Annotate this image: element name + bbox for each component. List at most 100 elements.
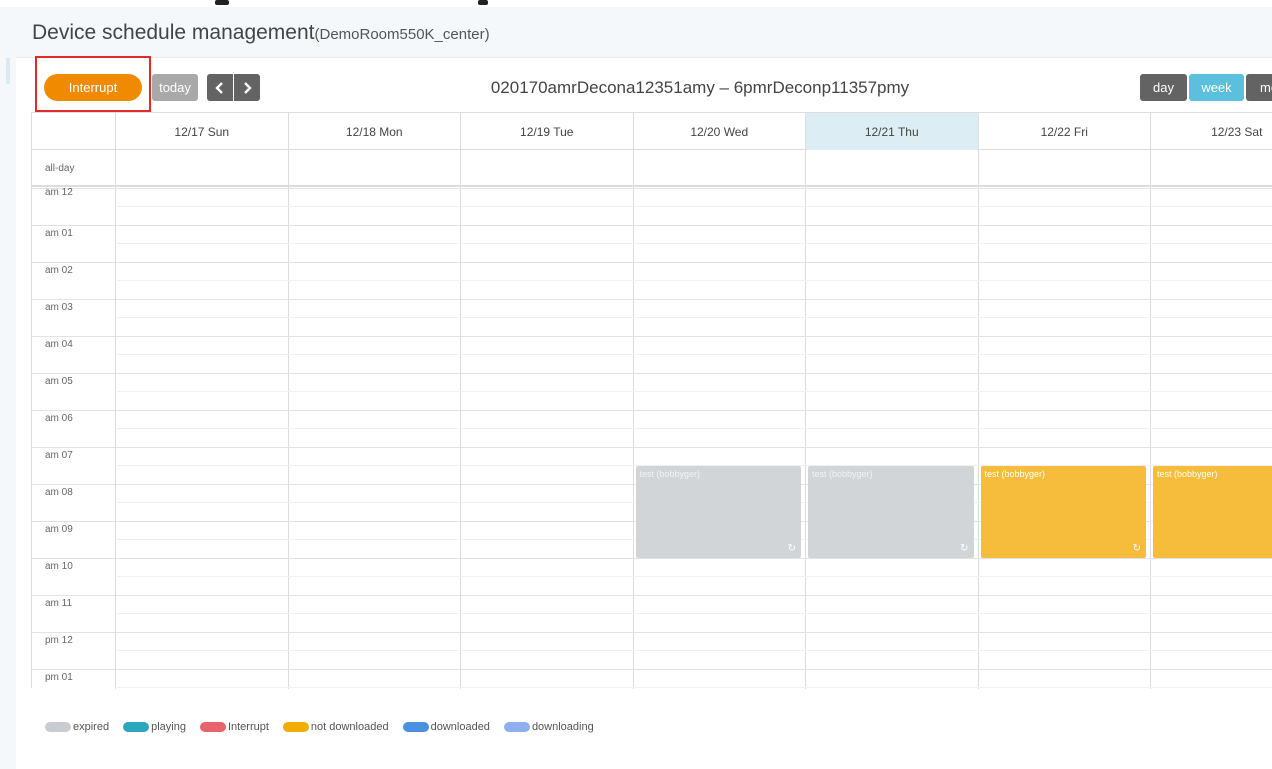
view-week-button[interactable]: week [1189, 74, 1244, 101]
time-slot-label: am 02 [45, 265, 73, 276]
column-divider [287, 150, 289, 689]
chevron-left-icon [215, 81, 223, 94]
time-slot-label: am 10 [45, 561, 73, 572]
column-divider [805, 150, 806, 689]
view-month-button[interactable]: mo [1246, 74, 1272, 101]
legend-swatch [282, 722, 309, 732]
legend-swatch [123, 722, 150, 732]
hour-line [32, 558, 1272, 559]
event-title: test (bobbyger) [639, 468, 701, 479]
legend-label: not downloaded [310, 721, 389, 733]
hour-line [32, 447, 1272, 448]
calendar-grid: 12/17 Sun 12/18 Mon 12/19 Tue 12/20 Wed 12/2… [31, 112, 1272, 689]
time-slot-label: am 11 [45, 598, 73, 609]
time-slot-label: am 04 [45, 339, 73, 350]
hour-line [32, 188, 1272, 189]
schedule-event[interactable]: test (bobbyger) ↻ [808, 465, 974, 558]
legend-swatch [503, 722, 530, 732]
time-slot-label: am 05 [45, 376, 73, 387]
half-hour-line [115, 650, 1272, 651]
day-header[interactable]: 12/23 Sat [1150, 113, 1272, 150]
event-title: test (bobbyger) [812, 468, 873, 479]
time-slot-label: am 09 [45, 524, 73, 535]
day-header[interactable]: 12/18 Mon [287, 113, 461, 150]
hour-line [32, 669, 1272, 670]
hour-line [32, 632, 1272, 633]
half-hour-line [115, 391, 1272, 392]
view-day-button[interactable]: day [1140, 74, 1187, 101]
half-hour-line [115, 243, 1272, 244]
all-day-row [32, 150, 1272, 187]
cropped-text-fragment [478, 0, 488, 5]
time-slot-label: pm 12 [45, 635, 73, 646]
half-hour-line [115, 354, 1272, 355]
hour-line [32, 410, 1272, 411]
side-strip [0, 57, 16, 769]
hour-line [32, 595, 1272, 596]
legend-item: expired [45, 721, 109, 733]
today-button[interactable]: today [152, 74, 198, 101]
column-divider [1150, 150, 1151, 689]
next-button[interactable] [234, 74, 260, 101]
schedule-event[interactable]: test (bobbyger) ↻ [980, 465, 1146, 558]
time-slot-label: am 06 [45, 413, 73, 424]
legend-item: playing [123, 721, 186, 733]
column-divider [632, 150, 634, 689]
time-slot-label: am 08 [45, 487, 73, 498]
hour-line [32, 299, 1272, 300]
page-header: Device schedule management(DemoRoom550K_… [0, 7, 1272, 57]
page-subtitle: (DemoRoom550K_center) [314, 26, 490, 43]
half-hour-line [115, 206, 1272, 207]
page-title-text: Device schedule management [32, 21, 315, 44]
day-header[interactable]: 12/21 Thu [805, 113, 978, 150]
day-header[interactable]: 12/22 Fri [977, 113, 1151, 150]
date-range-title: 020170amrDecona12351amy – 6pmrDeconp1135… [490, 78, 910, 97]
time-slot-label: pm 01 [45, 672, 73, 683]
half-hour-line [115, 576, 1272, 577]
legend-swatch [199, 722, 226, 732]
day-header[interactable]: 12/20 Wed [632, 113, 806, 150]
schedule-event[interactable]: test (bobbyger)↻ [1153, 465, 1272, 558]
all-day-label: all-day [45, 163, 75, 174]
time-slot-label: am 03 [45, 302, 73, 313]
half-hour-line [115, 280, 1272, 281]
legend-label: playing [151, 721, 186, 733]
column-divider [977, 150, 979, 689]
day-header[interactable]: 12/19 Tue [460, 113, 633, 150]
interrupt-button[interactable]: Interrupt [44, 74, 142, 101]
page-title: Device schedule management(DemoRoom550K_… [32, 21, 490, 45]
repeat-icon: ↻ [1132, 543, 1141, 554]
repeat-icon: ↻ [787, 543, 796, 554]
chevron-right-icon [244, 81, 252, 94]
time-slot-label: am 07 [45, 450, 73, 461]
half-hour-line [115, 613, 1272, 614]
event-title: test (bobbyger) [984, 468, 1046, 479]
prev-button[interactable] [207, 74, 233, 101]
schedule-event[interactable]: test (bobbyger) ↻ [635, 465, 801, 558]
side-marker [6, 58, 10, 84]
day-header[interactable]: 12/17 Sun [115, 113, 288, 150]
hour-line [32, 225, 1272, 226]
column-divider [460, 150, 461, 689]
legend-label: downloaded [430, 721, 490, 733]
time-slot-label: am 12 [45, 187, 73, 198]
gutter-divider [115, 113, 116, 689]
app-root: Device schedule management(DemoRoom550K_… [0, 0, 1272, 769]
legend-swatch [45, 722, 71, 732]
half-hour-line [115, 687, 1272, 688]
legend-item: downloaded [402, 721, 490, 733]
half-hour-line [115, 317, 1272, 318]
legend-item: Interrupt [199, 721, 269, 733]
legend-label: expired [73, 721, 110, 733]
status-legend: expired playing Interrupt not downloaded dow… [45, 721, 594, 733]
legend-label: Interrupt [227, 721, 269, 733]
half-hour-line [115, 428, 1272, 429]
hour-line [32, 336, 1272, 337]
repeat-icon: ↻ [960, 543, 969, 554]
legend-item: not downloaded [282, 721, 389, 733]
day-header-row: 12/17 Sun 12/18 Mon 12/19 Tue 12/20 Wed 12/2… [32, 113, 1272, 150]
legend-label: downloading [531, 721, 594, 733]
cropped-text-fragment [215, 0, 229, 5]
time-slot-label: am 01 [45, 228, 73, 239]
hour-line [32, 373, 1272, 374]
